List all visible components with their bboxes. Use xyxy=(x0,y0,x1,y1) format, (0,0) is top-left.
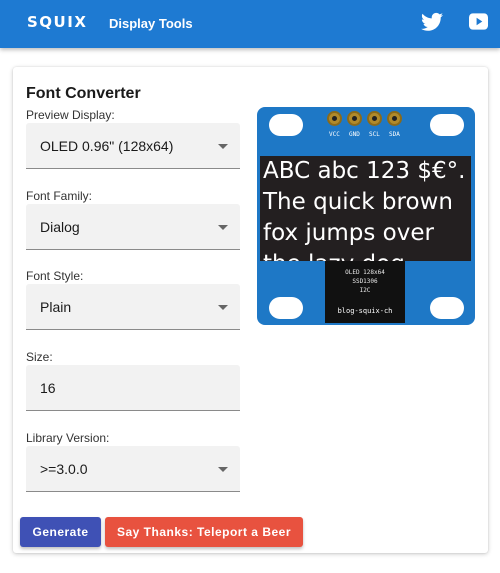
library-version-value: >=3.0.0 xyxy=(40,461,88,477)
pin-label: SDA xyxy=(389,131,400,138)
mount-hole xyxy=(430,297,464,319)
size-value: 16 xyxy=(40,380,56,396)
pin-label: SCL xyxy=(369,131,380,138)
chip-label: SSD1306 xyxy=(352,278,378,285)
chip-label: I2C xyxy=(359,287,371,294)
generate-button[interactable]: Generate xyxy=(20,517,101,547)
dropdown-caret-icon xyxy=(218,144,228,149)
font-family-value: Dialog xyxy=(40,219,80,235)
font-style-label: Font Style: xyxy=(26,269,84,283)
font-family-label: Font Family: xyxy=(26,189,93,203)
oled-screen: ABC abc 123 $€°. The quick brown fox jum… xyxy=(260,156,471,261)
dropdown-caret-icon xyxy=(218,305,228,310)
font-style-value: Plain xyxy=(40,299,72,315)
size-label: Size: xyxy=(26,350,53,364)
dropdown-caret-icon xyxy=(218,225,228,230)
preview-display-label: Preview Display: xyxy=(26,108,115,122)
oled-chip: OLED 128x64 SSD1306 I2C blog-squix-ch xyxy=(325,261,405,323)
dropdown-caret-icon xyxy=(218,467,228,472)
say-thanks-button[interactable]: Say Thanks: Teleport a Beer xyxy=(105,517,303,547)
card-title: Font Converter xyxy=(26,85,141,102)
chip-label: OLED 128x64 xyxy=(345,269,385,276)
youtube-icon[interactable] xyxy=(469,13,488,30)
mount-hole xyxy=(430,114,464,136)
oled-preview-board: VCC GND SCL SDA ABC abc 123 $€°. The qui… xyxy=(257,107,475,325)
mount-hole xyxy=(269,114,303,136)
font-style-select[interactable]: Plain xyxy=(26,284,240,330)
app-bar: SQUIX Display Tools xyxy=(0,0,500,48)
font-family-select[interactable]: Dialog xyxy=(26,204,240,250)
twitter-icon[interactable] xyxy=(421,12,443,32)
pin-vcc xyxy=(327,111,342,126)
oled-preview-text: ABC abc 123 $€°. The quick brown fox jum… xyxy=(263,158,466,261)
pin-scl xyxy=(367,111,382,126)
nav-title-display-tools[interactable]: Display Tools xyxy=(109,16,193,31)
pin-label: VCC xyxy=(329,131,340,138)
library-version-select[interactable]: >=3.0.0 xyxy=(26,446,240,492)
logo[interactable]: SQUIX xyxy=(27,13,87,31)
pin-gnd xyxy=(347,111,362,126)
chip-url: blog-squix-ch xyxy=(337,307,393,315)
preview-display-value: OLED 0.96" (128x64) xyxy=(40,138,174,154)
preview-display-select[interactable]: OLED 0.96" (128x64) xyxy=(26,123,240,169)
size-input[interactable]: 16 xyxy=(26,365,240,411)
library-version-label: Library Version: xyxy=(26,431,110,445)
mount-hole xyxy=(269,297,303,319)
pin-sda xyxy=(387,111,402,126)
pin-label: GND xyxy=(349,131,360,138)
